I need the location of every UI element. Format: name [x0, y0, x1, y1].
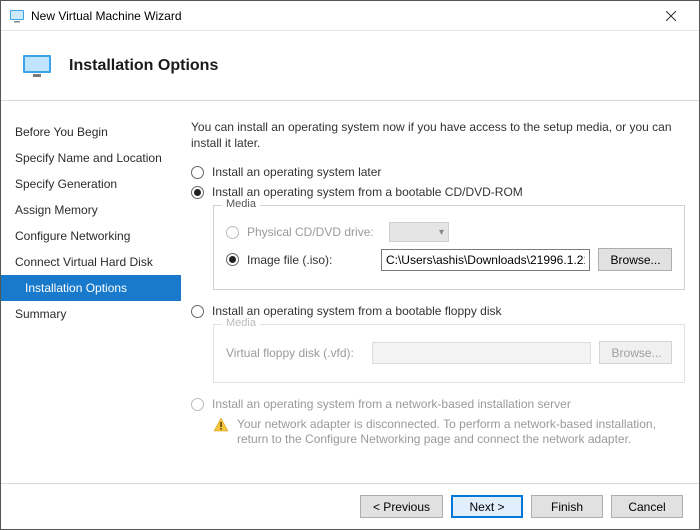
radio-physical-drive [226, 226, 239, 239]
next-button[interactable]: Next > [451, 495, 523, 518]
option-install-cd[interactable]: Install an operating system from a boota… [191, 185, 685, 199]
page-title: Installation Options [69, 57, 218, 75]
network-warning-text: Your network adapter is disconnected. To… [237, 417, 685, 447]
radio-install-floppy[interactable] [191, 305, 204, 318]
vfd-path-input [372, 342, 591, 364]
option-install-network: Install an operating system from a netwo… [191, 397, 685, 411]
radio-install-cd-label: Install an operating system from a boota… [212, 185, 523, 199]
option-install-floppy[interactable]: Install an operating system from a boota… [191, 304, 685, 318]
wizard-footer: < Previous Next > Finish Cancel [1, 483, 699, 529]
radio-install-floppy-label: Install an operating system from a boota… [212, 304, 502, 318]
radio-install-cd[interactable] [191, 186, 204, 199]
radio-image-file[interactable] [226, 253, 239, 266]
wizard-window: New Virtual Machine Wizard Installation … [0, 0, 700, 530]
sidebar-item-before-you-begin[interactable]: Before You Begin [1, 119, 181, 145]
chevron-down-icon: ▾ [439, 227, 444, 238]
close-button[interactable] [651, 2, 691, 30]
sidebar-item-specify-generation[interactable]: Specify Generation [1, 171, 181, 197]
sidebar-item-specify-name[interactable]: Specify Name and Location [1, 145, 181, 171]
browse-iso-button[interactable]: Browse... [598, 248, 672, 271]
sidebar-item-assign-memory[interactable]: Assign Memory [1, 197, 181, 223]
sidebar: Before You Begin Specify Name and Locati… [1, 101, 181, 483]
media-legend: Media [222, 198, 260, 210]
network-warning: Your network adapter is disconnected. To… [213, 417, 685, 447]
radio-install-later-label: Install an operating system later [212, 165, 381, 179]
wizard-header: Installation Options [1, 31, 699, 101]
option-install-later[interactable]: Install an operating system later [191, 165, 685, 179]
wizard-body: Before You Begin Specify Name and Locati… [1, 101, 699, 483]
content-pane: You can install an operating system now … [181, 101, 699, 483]
intro-text: You can install an operating system now … [191, 119, 685, 151]
finish-button[interactable]: Finish [531, 495, 603, 518]
warning-icon [213, 417, 229, 433]
media-legend-floppy: Media [222, 317, 260, 329]
physical-drive-label: Physical CD/DVD drive: [247, 225, 377, 239]
image-file-label: Image file (.iso): [247, 253, 373, 267]
sidebar-item-installation-options[interactable]: Installation Options [1, 275, 181, 301]
sidebar-item-configure-networking[interactable]: Configure Networking [1, 223, 181, 249]
app-icon [9, 8, 25, 24]
radio-install-network [191, 398, 204, 411]
media-fieldset-floppy: Media Virtual floppy disk (.vfd): Browse… [213, 324, 685, 383]
close-icon [666, 11, 676, 21]
radio-install-later[interactable] [191, 166, 204, 179]
sidebar-item-summary[interactable]: Summary [1, 301, 181, 327]
browse-vfd-button: Browse... [599, 341, 672, 364]
previous-button[interactable]: < Previous [360, 495, 443, 518]
iso-path-input[interactable] [381, 249, 590, 271]
cancel-button[interactable]: Cancel [611, 495, 683, 518]
window-title: New Virtual Machine Wizard [31, 9, 651, 23]
sidebar-item-connect-vhd[interactable]: Connect Virtual Hard Disk [1, 249, 181, 275]
radio-install-network-label: Install an operating system from a netwo… [212, 397, 571, 411]
monitor-icon [21, 54, 53, 78]
vfd-label: Virtual floppy disk (.vfd): [226, 346, 364, 360]
physical-drive-select: ▾ [389, 222, 449, 242]
titlebar: New Virtual Machine Wizard [1, 1, 699, 31]
media-fieldset-cd: Media Physical CD/DVD drive: ▾ Image fil… [213, 205, 685, 290]
